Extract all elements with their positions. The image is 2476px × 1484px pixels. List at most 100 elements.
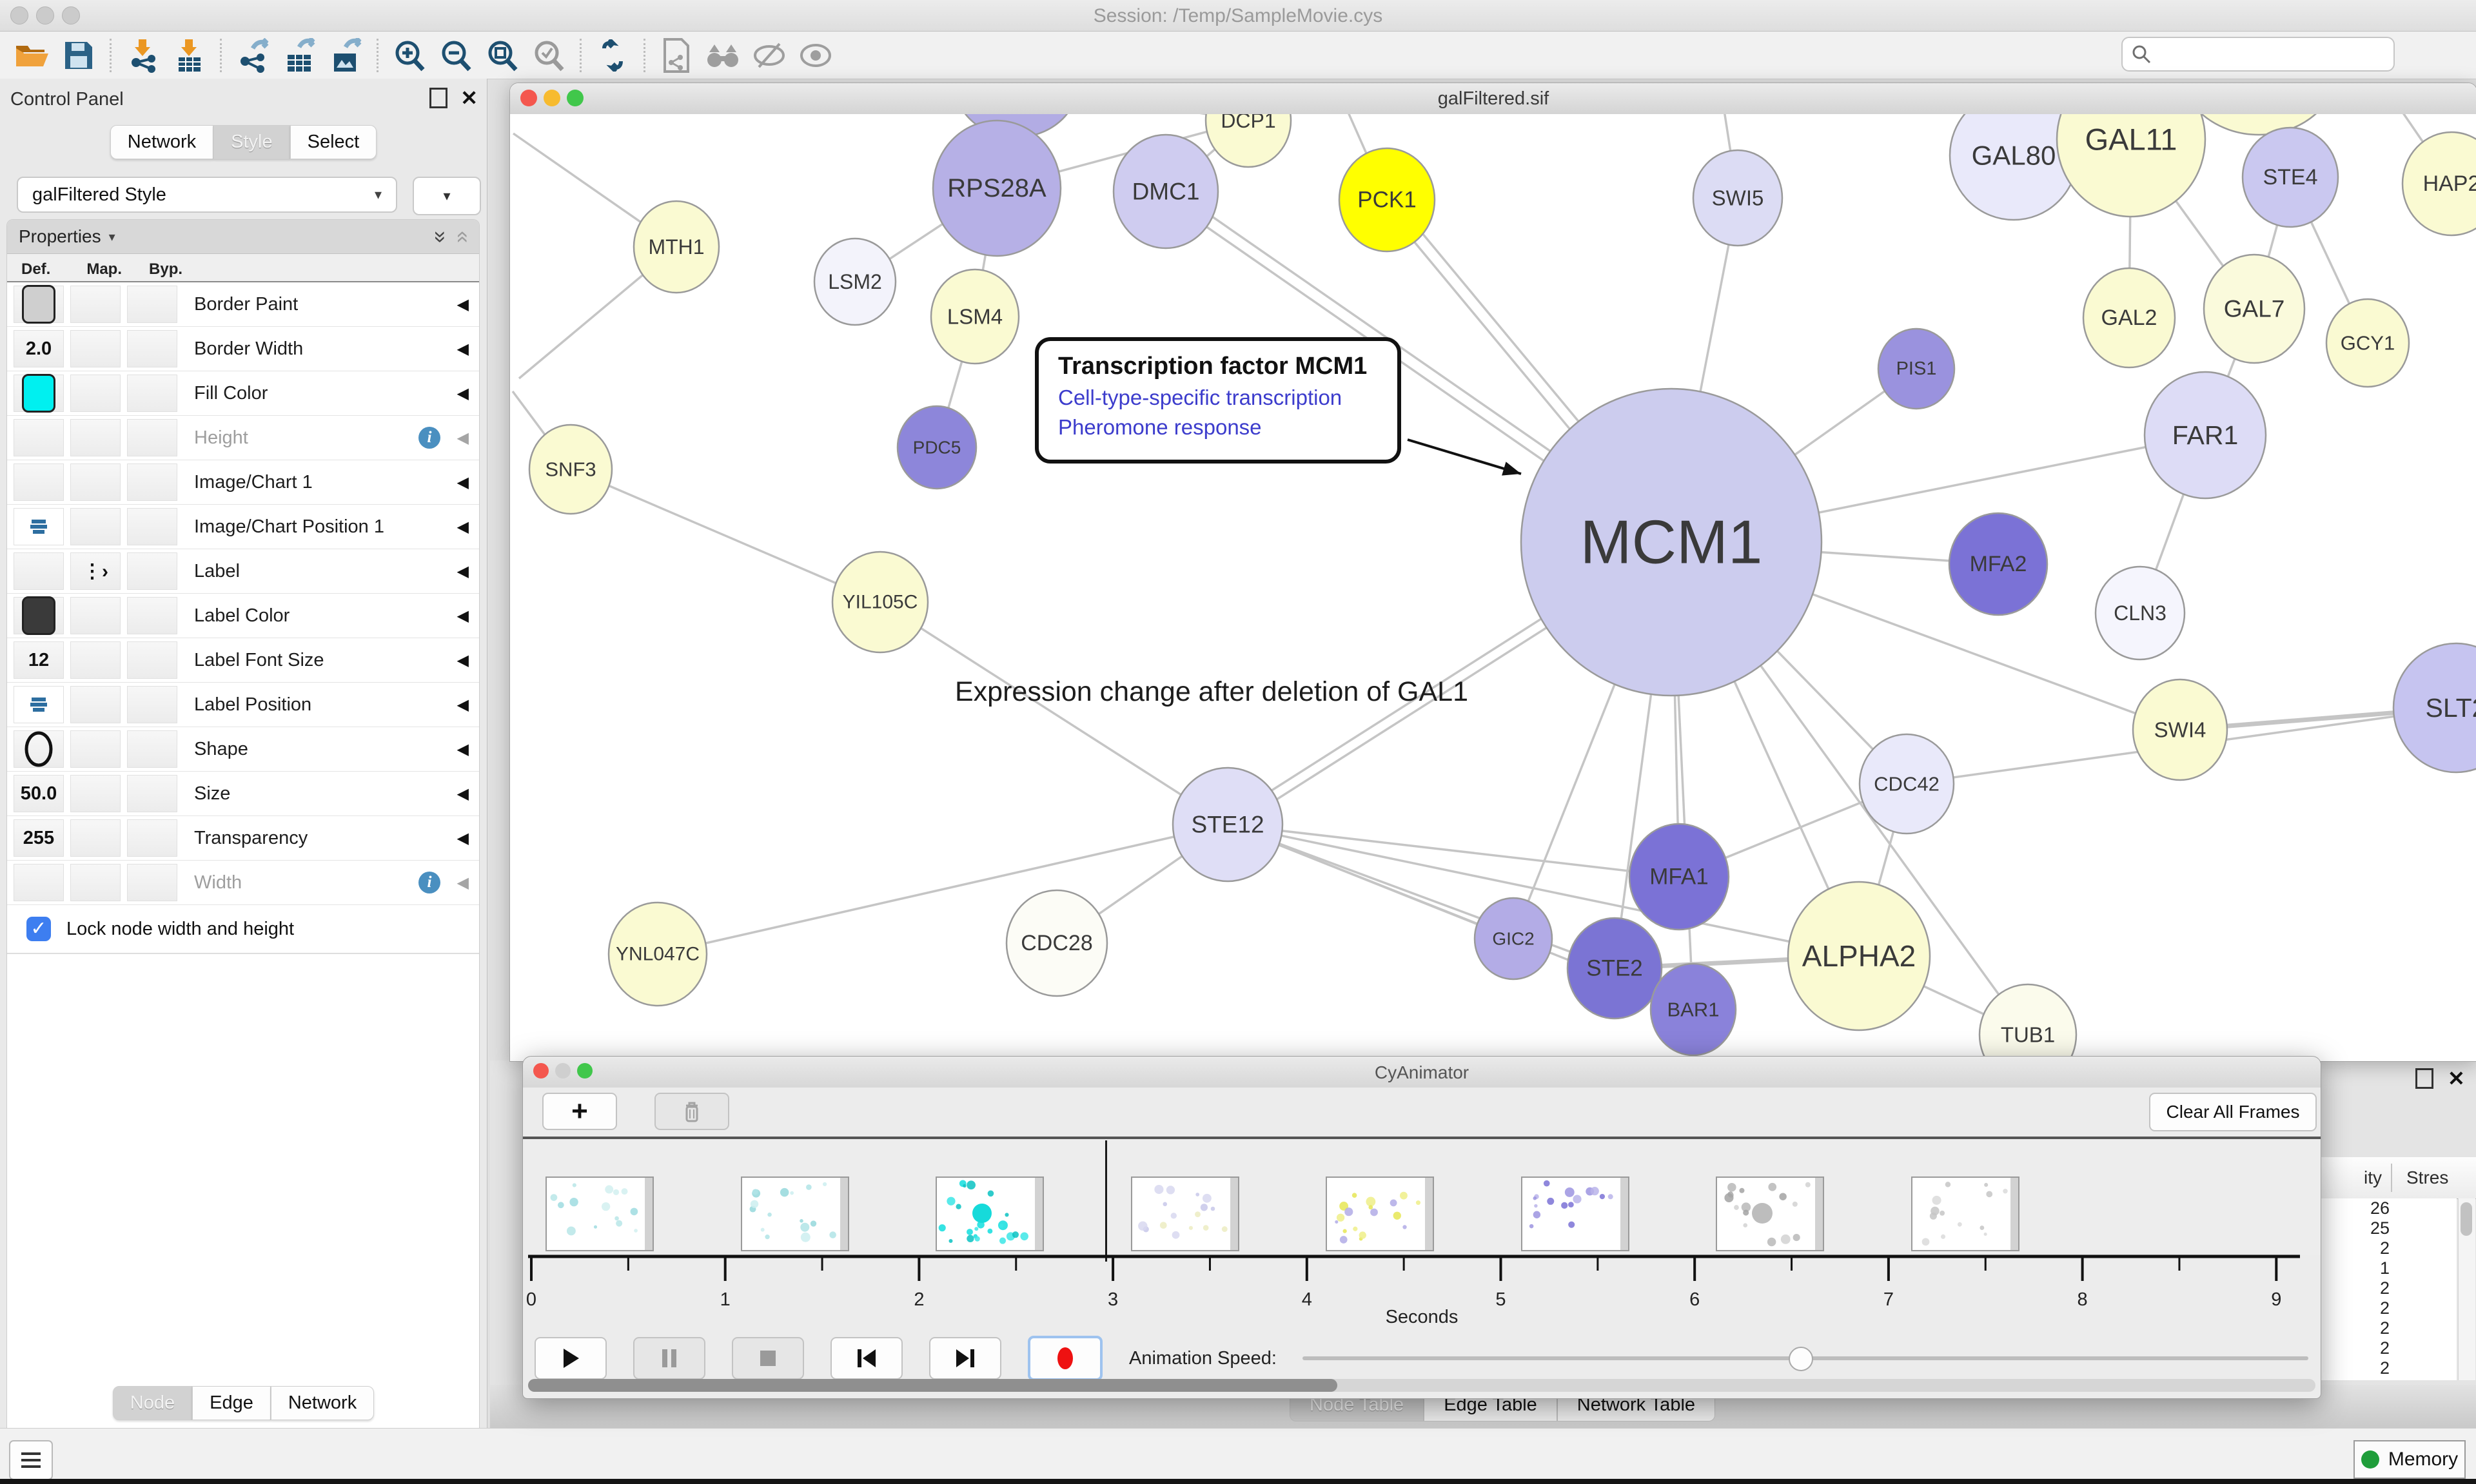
table-vertical-scrollbar[interactable]	[2458, 1198, 2475, 1380]
network-edge[interactable]	[571, 469, 880, 602]
stop-button[interactable]	[732, 1337, 804, 1380]
text-annotation[interactable]: Expression change after deletion of GAL1	[955, 676, 1468, 708]
frames-timeline[interactable]	[523, 1139, 2321, 1255]
property-row[interactable]: Label Position◀	[7, 683, 479, 727]
close-panel-icon[interactable]: ✕	[2448, 1070, 2465, 1087]
property-row[interactable]: Border Paint◀	[7, 282, 479, 327]
collapse-all-icon[interactable]: »	[449, 231, 474, 243]
export-table-button[interactable]	[279, 37, 319, 74]
property-row[interactable]: Heighti◀	[7, 416, 479, 460]
expand-all-icon[interactable]: «	[426, 231, 451, 243]
frame-thumbnail-4[interactable]	[1131, 1176, 1239, 1251]
delete-frame-button[interactable]	[654, 1093, 729, 1130]
export-network-button[interactable]	[233, 37, 273, 74]
network-from-file-button[interactable]	[656, 37, 696, 74]
scrollbar-thumb[interactable]	[528, 1379, 1337, 1392]
hide-details-button[interactable]	[749, 37, 789, 74]
tab-network[interactable]: Network	[110, 125, 213, 159]
expand-row-icon[interactable]: ◀	[457, 429, 469, 447]
skip-to-end-button[interactable]	[929, 1337, 1001, 1380]
expand-row-icon[interactable]: ◀	[457, 473, 469, 492]
property-row[interactable]: Label Color◀	[7, 594, 479, 638]
pause-button[interactable]	[633, 1337, 705, 1380]
table-cell-value[interactable]: 1	[2320, 1258, 2390, 1278]
table-cell-value[interactable]: 2	[2320, 1298, 2390, 1318]
open-session-button[interactable]	[12, 37, 52, 74]
search-input[interactable]	[2151, 44, 2386, 65]
table-cell-value[interactable]: 2	[2320, 1238, 2390, 1258]
expand-row-icon[interactable]: ◀	[457, 874, 469, 892]
column-divider[interactable]	[2391, 1164, 2392, 1192]
expand-row-icon[interactable]: ◀	[457, 696, 469, 714]
zoom-fit-button[interactable]	[482, 37, 522, 74]
property-row[interactable]: Widthi◀	[7, 861, 479, 905]
animation-speed-slider[interactable]	[1302, 1356, 2308, 1360]
apply-layout-button[interactable]	[593, 37, 633, 74]
network-edge[interactable]	[880, 602, 1228, 825]
expand-row-icon[interactable]: ◀	[457, 829, 469, 848]
table-cell-value[interactable]: 25	[2320, 1218, 2390, 1238]
property-row[interactable]: Image/Chart Position 1◀	[7, 505, 479, 549]
table-cell-value[interactable]: 2	[2320, 1278, 2390, 1298]
tab-style[interactable]: Style	[213, 125, 290, 159]
expand-row-icon[interactable]: ◀	[457, 562, 469, 581]
timeline-horizontal-scrollbar[interactable]	[528, 1379, 2315, 1392]
expand-row-icon[interactable]: ◀	[457, 340, 469, 358]
tab-network-style[interactable]: Network	[271, 1386, 374, 1420]
zoom-selected-button[interactable]	[529, 37, 569, 74]
memory-button[interactable]: Memory	[2353, 1440, 2466, 1479]
property-row[interactable]: 2.0Border Width◀	[7, 327, 479, 371]
property-row[interactable]: 255Transparency◀	[7, 816, 479, 861]
import-network-button[interactable]	[123, 37, 162, 74]
timeline-ruler[interactable]: 0123456789	[523, 1250, 2321, 1314]
expand-row-icon[interactable]: ◀	[457, 651, 469, 670]
expand-row-icon[interactable]: ◀	[457, 518, 469, 536]
table-cell-value[interactable]: 26	[2320, 1198, 2390, 1218]
tab-node-style[interactable]: Node	[113, 1386, 192, 1420]
frame-thumbnail-1[interactable]	[545, 1176, 654, 1251]
frame-thumbnail-3[interactable]	[936, 1176, 1044, 1251]
expand-row-icon[interactable]: ◀	[457, 740, 469, 759]
show-panels-button[interactable]	[9, 1440, 53, 1480]
frame-thumbnail-5[interactable]	[1326, 1176, 1434, 1251]
frame-thumbnail-8[interactable]	[1911, 1176, 2019, 1251]
style-select[interactable]: galFiltered Style ▾	[17, 177, 397, 213]
zoom-in-button[interactable]	[389, 37, 429, 74]
property-row[interactable]: Fill Color◀	[7, 371, 479, 416]
network-canvas[interactable]: DCP1RPS28ADMC1PCK1SWI5GAL80GAL11STE4HAP2…	[510, 114, 2476, 1061]
cyanimator-titlebar[interactable]: CyAnimator	[523, 1057, 2321, 1088]
table-cell-value[interactable]: 2	[2320, 1338, 2390, 1358]
expand-row-icon[interactable]: ◀	[457, 607, 469, 625]
playhead[interactable]	[1105, 1140, 1107, 1262]
network-edge[interactable]	[658, 825, 1228, 954]
skip-to-start-button[interactable]	[830, 1337, 903, 1380]
expand-row-icon[interactable]: ◀	[457, 785, 469, 803]
property-row[interactable]: ⋮›Label◀	[7, 549, 479, 594]
annotation-link[interactable]: Pheromone response	[1058, 415, 1397, 440]
clear-all-frames-button[interactable]: Clear All Frames	[2149, 1093, 2317, 1131]
chevron-down-icon[interactable]: ▾	[109, 229, 115, 245]
frame-thumbnail-7[interactable]	[1716, 1176, 1824, 1251]
frame-thumbnail-6[interactable]	[1521, 1176, 1629, 1251]
float-panel-icon[interactable]	[2415, 1068, 2433, 1089]
add-frame-button[interactable]: +	[542, 1093, 617, 1130]
save-session-button[interactable]	[59, 37, 99, 74]
annotation-link[interactable]: Cell-type-specific transcription	[1058, 386, 1397, 410]
lock-size-checkbox[interactable]: ✓	[26, 917, 51, 941]
close-panel-icon[interactable]: ✕	[460, 90, 478, 106]
expand-row-icon[interactable]: ◀	[457, 295, 469, 314]
show-details-button[interactable]	[796, 37, 836, 74]
scrollbar-thumb[interactable]	[2461, 1202, 2472, 1236]
property-row[interactable]: 12Label Font Size◀	[7, 638, 479, 683]
expand-row-icon[interactable]: ◀	[457, 384, 469, 403]
import-table-button[interactable]	[169, 37, 209, 74]
property-row[interactable]: Image/Chart 1◀	[7, 460, 479, 505]
table-column-header[interactable]: Stres	[2406, 1167, 2448, 1188]
property-row[interactable]: 50.0Size◀	[7, 772, 479, 816]
frame-thumbnail-2[interactable]	[741, 1176, 849, 1251]
annotation-box[interactable]: Transcription factor MCM1 Cell-type-spec…	[1035, 337, 1401, 464]
record-button[interactable]	[1028, 1336, 1103, 1381]
slider-handle[interactable]	[1789, 1347, 1813, 1371]
find-button[interactable]	[703, 37, 743, 74]
play-button[interactable]	[535, 1337, 607, 1380]
